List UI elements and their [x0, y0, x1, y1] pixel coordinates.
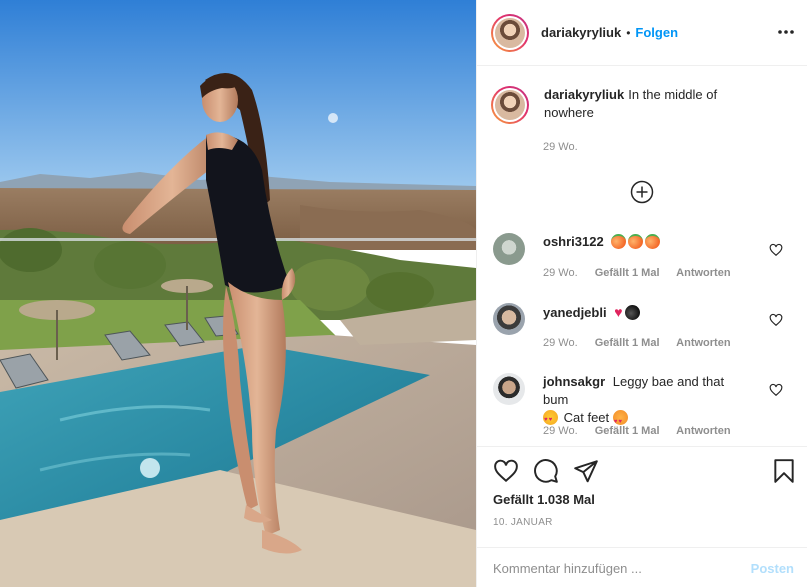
separator-dot: •	[626, 25, 631, 40]
post-photo[interactable]	[0, 0, 476, 587]
commenter-username[interactable]: yanedjebli	[543, 305, 607, 320]
commenter-avatar[interactable]	[493, 373, 525, 405]
heart-eyes-emoji	[543, 410, 558, 429]
comment-like-heart-icon[interactable]	[769, 383, 783, 397]
commenter-username[interactable]: oshri3122	[543, 234, 604, 249]
comment-text: johnsakgr Leggy bae and that bum Leggy b…	[543, 373, 743, 431]
comment-like-heart-icon[interactable]	[769, 243, 783, 257]
reply-button[interactable]: Antworten	[676, 267, 730, 279]
caption-timestamp[interactable]: 29 Wo.	[543, 141, 578, 153]
peach-emoji	[645, 234, 661, 249]
comment-timestamp[interactable]: 29 Wo.	[543, 425, 578, 437]
follow-button[interactable]: Folgen	[635, 25, 678, 40]
comment-likes[interactable]: Gefällt 1 Mal	[595, 267, 660, 279]
author-avatar[interactable]	[491, 13, 529, 52]
post-actions: Gefällt 1.038 Mal 10. JANUAR Posten	[477, 446, 807, 587]
commenter-avatar[interactable]	[493, 303, 525, 335]
comment-meta: 29 Wo. Gefällt 1 Mal Antworten	[543, 337, 745, 349]
author-username[interactable]: dariakyryliuk	[541, 25, 621, 40]
comment-timestamp[interactable]: 29 Wo.	[543, 337, 578, 349]
post-caption: dariakyryliuk In the middle of nowhere	[491, 86, 791, 124]
reply-button[interactable]: Antworten	[676, 337, 730, 349]
comment-text: yanedjebli ♥	[543, 303, 743, 322]
comment-likes[interactable]: Gefällt 1 Mal	[595, 425, 660, 437]
instagram-post: dariakyryliuk • Folgen dariakyryliuk In t…	[0, 0, 807, 587]
comment-meta: 29 Wo. Gefällt 1 Mal Antworten	[543, 425, 745, 437]
more-horizontal-icon[interactable]	[776, 22, 796, 42]
comment-icon[interactable]	[533, 458, 559, 484]
comment-text: oshri3122	[543, 233, 743, 251]
plus-circle-icon[interactable]	[630, 180, 654, 204]
avatar-image	[495, 17, 525, 48]
post-date[interactable]: 10. JANUAR	[493, 517, 553, 528]
avatar-image	[495, 90, 525, 120]
add-comment-bar: Posten	[477, 547, 807, 587]
photo-illustration	[0, 0, 476, 587]
cat-heart-eyes-emoji	[612, 410, 628, 431]
reply-button[interactable]: Antworten	[676, 425, 730, 437]
likes-count[interactable]: Gefällt 1.038 Mal	[493, 492, 595, 507]
comment-body-part2: Cat feet	[563, 410, 610, 425]
peach-emoji	[611, 234, 627, 249]
caption-avatar[interactable]	[491, 86, 529, 124]
red-heart-emoji: ♥	[614, 304, 623, 320]
bookmark-icon[interactable]	[771, 458, 797, 484]
peach-emoji	[628, 234, 644, 249]
commenter-avatar[interactable]	[493, 233, 525, 265]
comment-likes[interactable]: Gefällt 1 Mal	[595, 337, 660, 349]
paper-plane-icon[interactable]	[573, 458, 599, 484]
comment-input[interactable]	[493, 560, 743, 576]
post-header: dariakyryliuk • Folgen	[477, 0, 807, 66]
caption-username[interactable]: dariakyryliuk	[544, 87, 624, 102]
post-comment-button[interactable]: Posten	[751, 561, 794, 576]
bomb-emoji	[624, 305, 640, 320]
post-side-panel: dariakyryliuk • Folgen dariakyryliuk In t…	[476, 0, 807, 587]
comment-meta: 29 Wo. Gefällt 1 Mal Antworten	[543, 267, 745, 279]
commenter-username[interactable]: johnsakgr	[543, 374, 605, 389]
heart-icon[interactable]	[493, 458, 519, 484]
caption-text: dariakyryliuk In the middle of nowhere	[544, 86, 744, 124]
comment-like-heart-icon[interactable]	[769, 313, 783, 327]
comment-timestamp[interactable]: 29 Wo.	[543, 267, 578, 279]
